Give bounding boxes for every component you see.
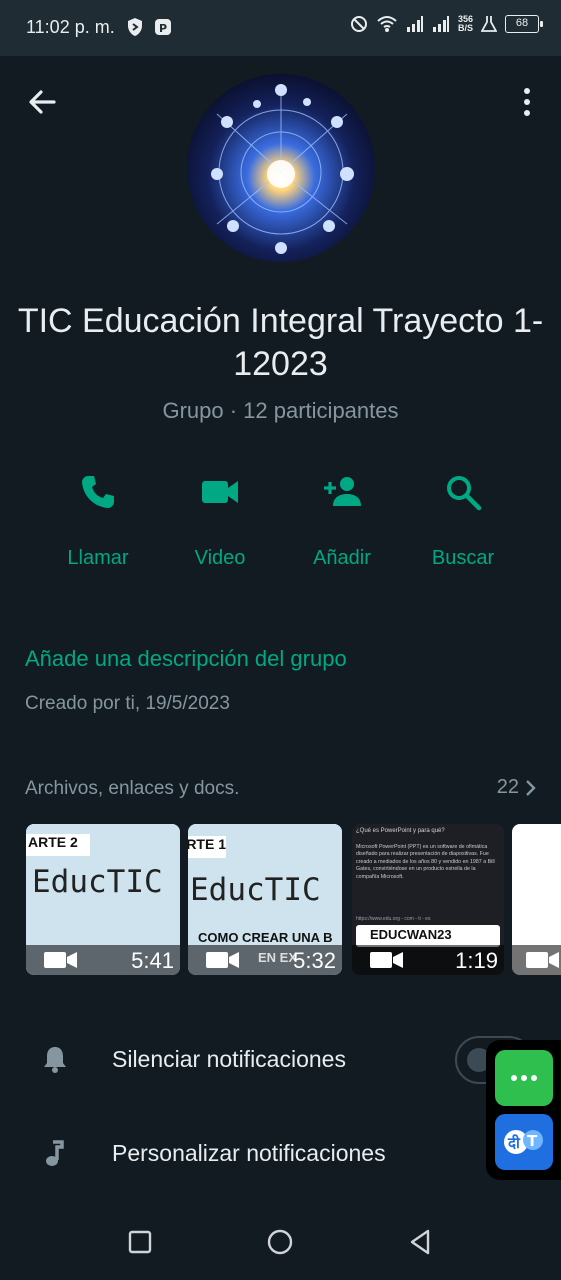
video-icon [202,481,238,503]
custom-notifications-label: Personalizar notificaciones [112,1140,386,1166]
battery-indicator: 68 [505,15,543,33]
video-button[interactable]: Video [160,466,280,576]
ellipsis-icon [511,1075,537,1081]
mute-notifications-label: Silenciar notificaciones [112,1046,346,1072]
search-label: Buscar [431,547,495,569]
more-options-icon[interactable] [511,84,543,120]
add-description-link[interactable]: Añade una descripción del grupo [25,646,347,672]
floating-app-dock: दी T [486,1040,561,1180]
call-button[interactable]: Llamar [38,466,158,576]
svg-text:दी: दी [507,1134,521,1152]
media-thumbnail-3[interactable]: ¿Qué es PowerPoint y para qué? Microsoft… [352,824,504,975]
thumbnail-3-body: Microsoft PowerPoint (PPT) es un softwar… [356,844,495,880]
video-label: Video [194,547,246,569]
thumbnail-3-url: https://www.edu.org - com - ti - es [356,916,431,922]
status-time: 11:02 p. m. [26,17,115,37]
do-not-disturb-icon [350,16,367,32]
translate-icon: दी T [504,1130,543,1154]
translate-button[interactable]: दी T [495,1114,553,1170]
phone-icon [82,476,114,508]
video-camera-icon [44,952,77,968]
shield-icon [128,18,142,36]
recent-apps-icon[interactable] [124,1226,156,1258]
group-title: TIC Educación Integral Trayecto 1-12023 [17,302,544,383]
description-section: Añade una descripción del grupo Creado p… [0,610,561,742]
video-camera-icon [206,952,239,968]
media-count: 22 [496,776,519,798]
call-label: Llamar [67,547,129,569]
media-count-link[interactable]: 22 [497,776,537,799]
flask-icon [481,16,497,32]
status-bar: 11:02 p. m. P 356 B/S 68 [0,0,561,56]
back-arrow-icon[interactable] [26,86,58,118]
video-camera-icon [526,952,559,968]
status-notification-icons: P [126,17,172,37]
media-thumbnail-2[interactable]: ARTE 1 EducTIC COMO CREAR UNA B EN EX 5:… [188,824,342,975]
thumbnail-3-badge: EDUCWAN23 [370,927,452,942]
media-section-title[interactable]: Archivos, enlaces y docs. [25,778,239,800]
search-icon [447,476,482,511]
signal-icon [406,16,423,32]
group-avatar-image [187,74,375,262]
home-icon[interactable] [264,1226,296,1258]
chat-bubble-button[interactable] [495,1050,553,1106]
thumbnail-1-duration: 5:41 [131,948,174,973]
status-system-icons: 356 B/S 68 [350,15,543,33]
search-button[interactable]: Buscar [403,466,523,576]
media-section: Archivos, enlaces y docs. 22 ARTE 2 Educ… [0,754,561,994]
thumbnail-1-text: EducTIC [32,864,163,900]
chevron-right-icon [526,779,536,796]
wifi-icon [377,16,397,32]
bell-icon [44,1047,66,1073]
thumbnail-2-duration: 5:32 [293,948,336,973]
created-info: Creado por ti, 19/5/2023 [25,693,230,714]
app-notification-icon: P [155,19,171,35]
group-avatar[interactable] [187,74,375,262]
notification-settings: Silenciar notificaciones Personalizar no… [0,1008,561,1204]
action-bar: Llamar Video Añadir Buscar [0,466,561,576]
music-note-icon [46,1140,64,1166]
add-label: Añadir [313,547,371,569]
group-subtitle: Grupo · 12 participantes [162,398,399,423]
system-nav-bar [0,1204,561,1280]
thumbnail-2-subtext: COMO CREAR UNA B [198,930,333,945]
thumbnail-2-tag: ARTE 1 [188,836,226,858]
add-person-icon [324,477,361,506]
svg-text:T: T [527,1132,538,1150]
media-thumbnail-1[interactable]: ARTE 2 EducTIC 5:41 [26,824,180,975]
group-header: TIC Educación Integral Trayecto 1-12023 … [0,56,561,596]
thumbnail-1-tag: ARTE 2 [26,834,90,856]
add-participant-button[interactable]: Añadir [282,466,402,576]
mute-notifications-row[interactable]: Silenciar notificaciones [0,1012,561,1104]
thumbnail-2-subtext2: EN EX [258,950,298,965]
svg-text:P: P [159,22,167,35]
thumbnail-3-duration: 1:19 [455,948,498,973]
custom-notifications-row[interactable]: Personalizar notificaciones [0,1106,561,1198]
media-thumbnail-4[interactable] [512,824,561,975]
thumbnail-3-header: ¿Qué es PowerPoint y para qué? [356,828,445,834]
net-speed-indicator: 356 B/S [458,15,473,33]
net-speed-unit: B/S [457,23,473,33]
thumbnail-2-text: EducTIC [190,872,321,908]
video-camera-icon [370,952,403,968]
back-nav-icon[interactable] [404,1226,436,1258]
signal-icon-2 [432,16,449,32]
